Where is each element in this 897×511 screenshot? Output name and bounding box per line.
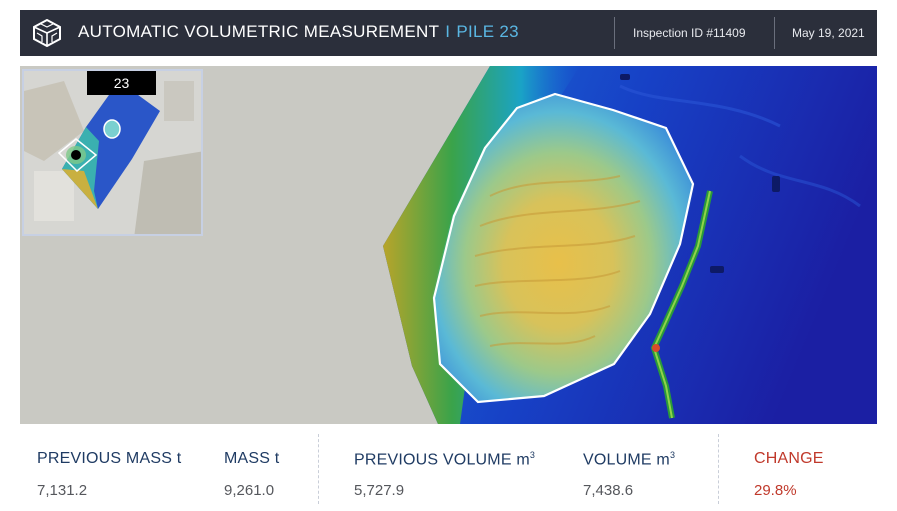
volume-label-text: VOLUME m bbox=[583, 451, 670, 469]
hexagon-cube-logo-icon bbox=[33, 19, 61, 47]
volume-unit-sup: 3 bbox=[669, 450, 676, 460]
previous-volume-unit-sup: 3 bbox=[529, 450, 536, 460]
metrics-divider bbox=[318, 434, 319, 504]
metrics-divider bbox=[718, 434, 719, 504]
volume-label: VOLUME m3 bbox=[583, 450, 675, 469]
inspection-date: May 19, 2021 bbox=[792, 26, 865, 40]
change-value: 29.8% bbox=[754, 482, 797, 499]
mass-value: 9,261.0 bbox=[224, 482, 275, 499]
minimap-image bbox=[24, 71, 201, 234]
previous-mass-value: 7,131.2 bbox=[37, 482, 88, 499]
volume-value: 7,438.6 bbox=[583, 482, 634, 499]
header-divider bbox=[614, 17, 615, 49]
header-divider bbox=[774, 17, 775, 49]
title-text: AUTOMATIC VOLUMETRIC MEASUREMENT bbox=[78, 22, 440, 41]
header-bar: AUTOMATIC VOLUMETRIC MEASUREMENT I PILE 23… bbox=[20, 10, 877, 56]
previous-volume-label-text: PREVIOUS VOLUME m bbox=[354, 451, 530, 469]
page-title: AUTOMATIC VOLUMETRIC MEASUREMENT I PILE 23 bbox=[78, 22, 519, 42]
previous-volume-label: PREVIOUS VOLUME m3 bbox=[354, 450, 535, 469]
previous-volume-value: 5,727.9 bbox=[354, 482, 405, 499]
pile-name: PILE 23 bbox=[456, 22, 519, 41]
title-separator: I bbox=[445, 22, 451, 41]
metrics-bar: PREVIOUS MASS t 7,131.2 MASS t 9,261.0 P… bbox=[20, 430, 877, 511]
minimap-pile-label: 23 bbox=[87, 71, 156, 95]
mass-label: MASS t bbox=[224, 450, 280, 467]
previous-mass-label: PREVIOUS MASS t bbox=[37, 450, 182, 467]
change-label: CHANGE bbox=[754, 450, 824, 467]
inspection-id: Inspection ID #11409 bbox=[633, 26, 746, 40]
